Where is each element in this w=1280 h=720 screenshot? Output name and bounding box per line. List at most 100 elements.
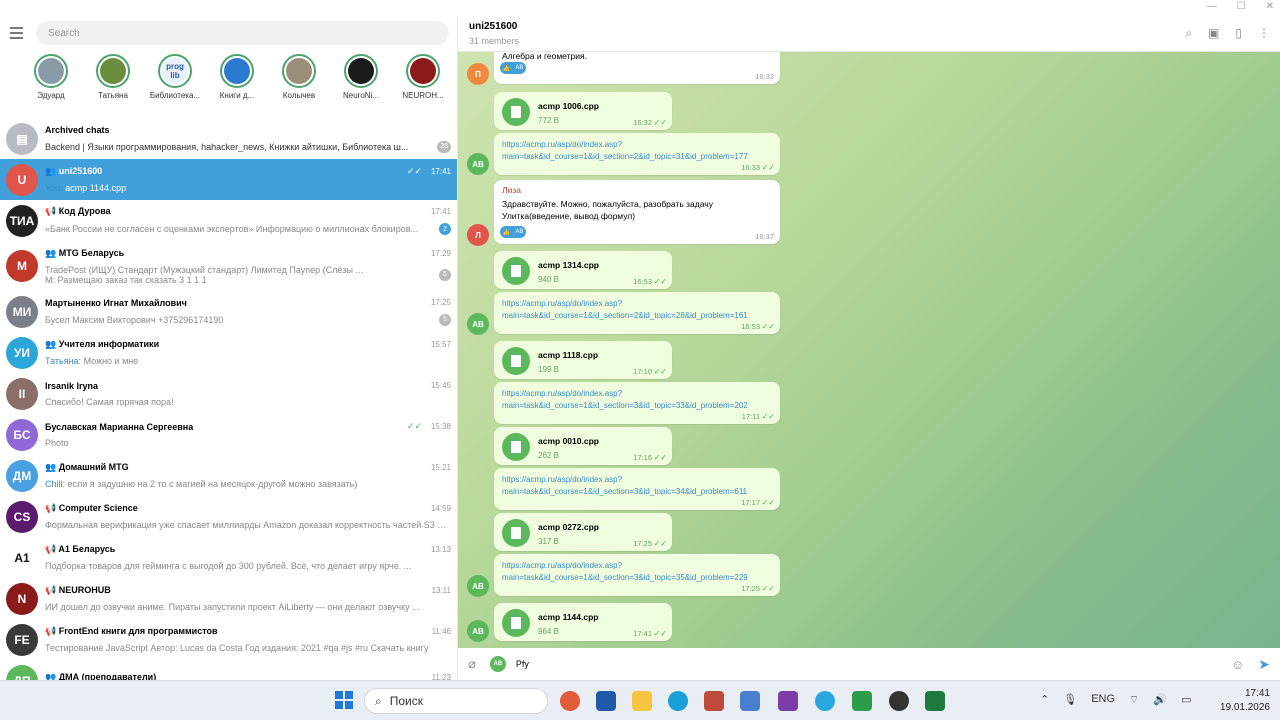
story-item[interactable]: Книги д... xyxy=(206,54,268,118)
battery-icon[interactable]: ▭ xyxy=(1181,693,1191,707)
wifi-icon[interactable]: ⌔ xyxy=(1129,693,1139,707)
chat-item[interactable]: CS 📢 Computer Science 14:59 Формальная вери… xyxy=(0,496,457,537)
file-icon[interactable] xyxy=(502,519,530,547)
store-icon[interactable] xyxy=(596,691,616,711)
file-icon[interactable] xyxy=(502,257,530,285)
language-indicator[interactable]: ENG xyxy=(1091,693,1115,707)
reaction[interactable]: 👍 AB xyxy=(500,226,526,238)
message-link[interactable]: https://acmp.ru/asp/do/index.asp? main=t… xyxy=(502,388,748,412)
sender-avatar[interactable]: Л xyxy=(467,224,489,246)
link-message[interactable]: https://acmp.ru/asp/do/index.asp? main=t… xyxy=(494,554,780,596)
app-icon[interactable] xyxy=(778,691,798,711)
file-icon[interactable] xyxy=(502,433,530,461)
app-icon[interactable] xyxy=(889,691,909,711)
minimize-icon[interactable]: — xyxy=(1207,1,1217,12)
start-icon[interactable] xyxy=(335,691,353,709)
link-message[interactable]: https://acmp.ru/asp/do/index.asp? main=t… xyxy=(494,382,780,424)
message-input[interactable]: Рfу xyxy=(516,659,1231,669)
send-icon[interactable]: ➤ xyxy=(1258,656,1270,673)
file-icon[interactable] xyxy=(502,347,530,375)
story-item[interactable]: prog lib Библиотека... xyxy=(144,54,206,118)
reaction[interactable]: 👍 AB xyxy=(500,62,526,74)
file-message[interactable]: acmp 1006.cpp 772 B 16:32 ✓✓ xyxy=(494,92,672,130)
live-stream-icon[interactable]: ▣ xyxy=(1208,26,1219,41)
attach-icon[interactable]: ⌀ xyxy=(468,656,476,672)
message[interactable]: Алгебра и геометрия. 👍 AB 16:32 xyxy=(494,52,780,84)
volume-icon[interactable]: 🔊 xyxy=(1153,693,1167,707)
more-options-icon[interactable]: ⋮ xyxy=(1258,26,1270,41)
archived-chats[interactable]: ▤ Archived chats Backend | Языки програм… xyxy=(0,118,457,159)
telegram-icon[interactable] xyxy=(815,691,835,711)
chat-item[interactable]: ДП 👥 ДМА (преподаватели) 11:23 xyxy=(0,660,457,680)
app-icon[interactable] xyxy=(852,691,872,711)
sidebar-toggle-icon[interactable]: ▯ xyxy=(1235,26,1242,41)
message-link[interactable]: https://acmp.ru/asp/do/index.asp? main=t… xyxy=(502,298,748,322)
story-item[interactable]: Эдуард xyxy=(20,54,82,118)
message-author[interactable]: Лиза xyxy=(502,185,521,195)
sender-avatar[interactable]: AB xyxy=(467,153,489,175)
message-link[interactable]: https://acmp.ru/asp/do/index.asp? main=t… xyxy=(502,474,747,498)
unread-badge: 5 xyxy=(439,268,451,281)
chat-item[interactable]: II Irsanik Iryna 15:45 Спасибо! Самая горя… xyxy=(0,373,457,414)
close-icon[interactable]: ✕ xyxy=(1266,1,1274,12)
message-link[interactable]: https://acmp.ru/asp/do/index.asp? main=t… xyxy=(502,560,748,584)
chat-item[interactable]: УИ 👥 Учителя информатики 15:57 Татьяна: Мож… xyxy=(0,332,457,373)
search-icon[interactable]: ⌕ xyxy=(1185,26,1192,41)
message-link[interactable]: https://acmp.ru/asp/do/index.asp? main=t… xyxy=(502,139,748,163)
chat-item[interactable]: ДМ 👥 Домашний MTG 15:21 Chill: если я задуш… xyxy=(0,455,457,496)
message-time: 16:33 xyxy=(741,163,760,172)
link-message[interactable]: https://acmp.ru/asp/do/index.asp? main=t… xyxy=(494,133,780,175)
message-time: 16:53 xyxy=(633,277,652,286)
message[interactable]: Лиза Здравствуйте. Можно, пожалуйста, ра… xyxy=(494,180,780,244)
file-message[interactable]: acmp 1118.cpp 199 B 17:10 ✓✓ xyxy=(494,341,672,379)
chat-item[interactable]: FE 📢 FrontEnd книги для программистов 11:4… xyxy=(0,619,457,660)
chrome-icon[interactable] xyxy=(560,691,580,711)
chat-header[interactable]: uni251600 31 members ⌕ ▣ ▯ ⋮ xyxy=(458,16,1280,52)
chat-name: Буславская Марианна Сергеевна xyxy=(45,421,194,432)
chat-time: 13:13 xyxy=(430,545,451,554)
sender-avatar[interactable]: AB xyxy=(467,575,489,597)
chat-item[interactable]: A1 📢 A1 Беларусь 13:13 Подборка товаров для… xyxy=(0,537,457,578)
hamburger-menu-icon[interactable] xyxy=(10,27,26,39)
chat-item[interactable]: МИ Мартыненко Игнат Михайлович 17:25 Бусел… xyxy=(0,291,457,332)
microphone-icon[interactable]: 🎙 xyxy=(1063,693,1077,707)
story-item[interactable]: NeuroNi... xyxy=(330,54,392,118)
excel-icon[interactable] xyxy=(925,691,945,711)
sender-avatar[interactable]: П xyxy=(467,63,489,85)
file-message[interactable]: acmp 0272.cpp 317 B 17:25 ✓✓ xyxy=(494,513,672,551)
chevron-up-icon[interactable]: ⌃ xyxy=(1040,693,1049,707)
chat-item[interactable]: ТИА 📢 Код Дурова 17:41 «Банк России не согл… xyxy=(0,200,457,241)
send-as-avatar[interactable]: AB xyxy=(489,656,506,672)
chat-item[interactable]: N 📢 NEUROHUB 13:11 ИИ дошел до озвучки аним… xyxy=(0,578,457,619)
story-item[interactable]: NEUROH... xyxy=(392,54,454,118)
file-message[interactable]: acmp 1314.cpp 940 B 16:53 ✓✓ xyxy=(494,251,672,289)
app-icon[interactable] xyxy=(704,691,724,711)
conversation-panel: uni251600 31 members ⌕ ▣ ▯ ⋮ Алгебра и г… xyxy=(458,16,1280,680)
sender-avatar[interactable]: AB xyxy=(467,313,489,335)
file-icon[interactable] xyxy=(502,609,530,637)
system-tray: ⌃ 🎙 ENG ⌔ 🔊 ▭ xyxy=(1040,693,1191,707)
link-message[interactable]: https://acmp.ru/asp/do/index.asp? main=t… xyxy=(494,468,780,510)
chat-item[interactable]: U 👥 uni251600 ✓✓ 17:41 You: acmp 1144.cpp xyxy=(0,159,457,200)
story-item[interactable]: Колычев xyxy=(268,54,330,118)
file-icon[interactable] xyxy=(502,98,530,126)
chat-preview: Бусел Максим Викторович +375296174190 xyxy=(45,314,224,325)
file-size: 317 B xyxy=(538,537,559,546)
link-message[interactable]: https://acmp.ru/asp/do/index.asp? main=t… xyxy=(494,292,780,334)
chat-item[interactable]: M 👥 MTG Беларусь 17:29 TradePost (ИЩУ) Стан… xyxy=(0,241,457,291)
clock[interactable]: 17:41 19.01.2026 xyxy=(1220,687,1270,715)
story-item[interactable]: Татьяна xyxy=(82,54,144,118)
taskbar-search[interactable]: ⌕ Поиск xyxy=(364,688,548,714)
search-input[interactable]: Search xyxy=(36,21,449,45)
file-explorer-icon[interactable] xyxy=(632,691,652,711)
edge-icon[interactable] xyxy=(668,691,688,711)
app-icon[interactable] xyxy=(740,691,760,711)
chat-item[interactable]: БС Буславская Марианна Сергеевна ✓✓ 15:38 P… xyxy=(0,414,457,455)
maximize-icon[interactable]: ☐ xyxy=(1237,1,1246,12)
emoji-icon[interactable]: ☺ xyxy=(1231,657,1244,672)
message-text: Здравствуйте. Можно, пожалуйста, разобра… xyxy=(502,199,713,209)
sender-avatar[interactable]: AB xyxy=(467,620,489,642)
file-message[interactable]: acmp 0010.cpp 262 B 17:16 ✓✓ xyxy=(494,427,672,465)
file-message[interactable]: acmp 1144.cpp 964 B 17:41 ✓✓ xyxy=(494,603,672,641)
chat-time: 17:41 xyxy=(430,167,451,176)
